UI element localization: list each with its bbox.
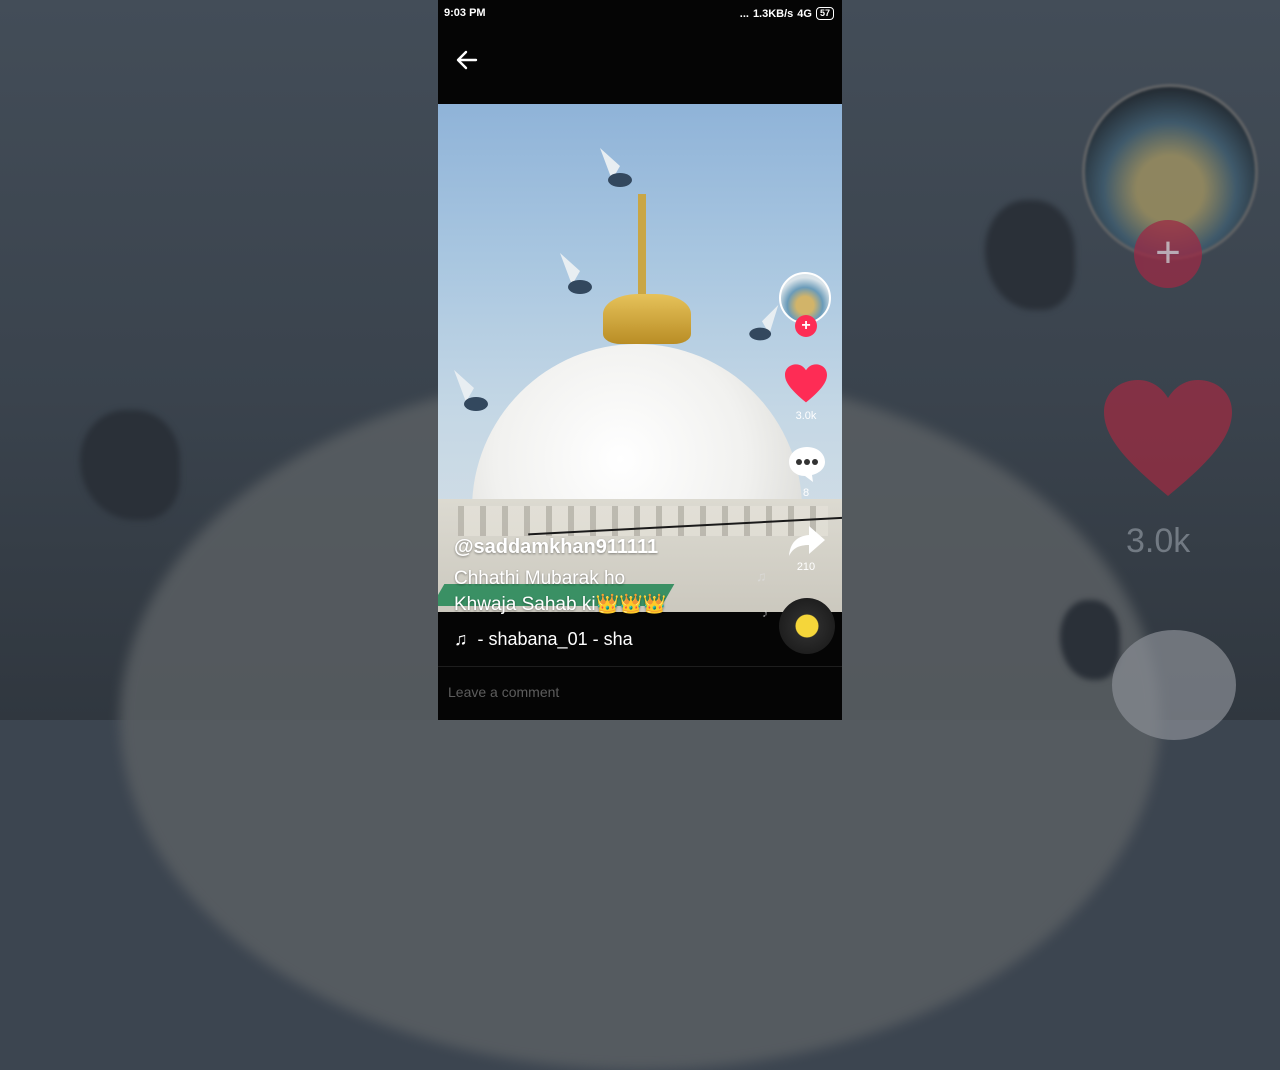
backdrop-heart-icon [1104, 380, 1232, 496]
status-bar: 9:03 PM ... 1.3KB/s 4G 57 [438, 0, 842, 26]
video-caption: Chhathi Mubarak ho Khwaja Sahab ki👑👑👑 [454, 566, 724, 618]
signal-label: 4G [797, 7, 812, 20]
backdrop-bird [80, 410, 180, 520]
comment-icon[interactable] [787, 444, 827, 484]
crown-finial-image [603, 294, 691, 344]
backdrop-comment-icon [1112, 630, 1236, 740]
status-right: ... 1.3KB/s 4G 57 [740, 7, 834, 20]
music-note-icon: ♫ [454, 629, 468, 649]
music-title: - shabana_01 - sha [477, 629, 633, 649]
music-info[interactable]: ♫ - shabana_01 - sha [454, 629, 654, 650]
pigeon-image [560, 253, 592, 294]
comment-count: 8 [802, 487, 810, 499]
share-icon[interactable] [787, 524, 827, 558]
music-note-icon: ♪ [762, 606, 768, 620]
follow-plus-icon[interactable]: + [795, 315, 817, 337]
backdrop-bird [985, 200, 1075, 310]
share-count: 210 [796, 561, 816, 573]
backdrop-like-count: 3.0k [1126, 522, 1191, 560]
heart-icon[interactable] [785, 364, 827, 404]
like-count: 3.0k [795, 410, 817, 422]
battery-icon: 57 [815, 7, 834, 20]
pigeon-image [454, 370, 488, 411]
phone-screen: 9:03 PM ... 1.3KB/s 4G 57 + 3.0k 8 210 ♫… [438, 0, 842, 720]
pigeon-image [749, 304, 779, 341]
pigeon-image [600, 148, 632, 187]
back-arrow-icon[interactable] [452, 46, 482, 74]
divider [438, 666, 842, 667]
music-note-icon: ♫ [756, 568, 767, 584]
creator-username[interactable]: @saddamkhan911111 [454, 536, 658, 559]
music-disc[interactable] [779, 598, 835, 654]
status-dots: ... [739, 7, 749, 20]
status-time: 9:03 PM [444, 7, 486, 19]
caption-line: Chhathi Mubarak ho [454, 568, 626, 589]
comment-input[interactable]: Leave a comment [448, 684, 559, 700]
backdrop-plus-icon: + [1134, 220, 1202, 288]
network-speed: 1.3KB/s [752, 7, 794, 20]
caption-line: Khwaja Sahab ki👑👑👑 [454, 594, 667, 615]
